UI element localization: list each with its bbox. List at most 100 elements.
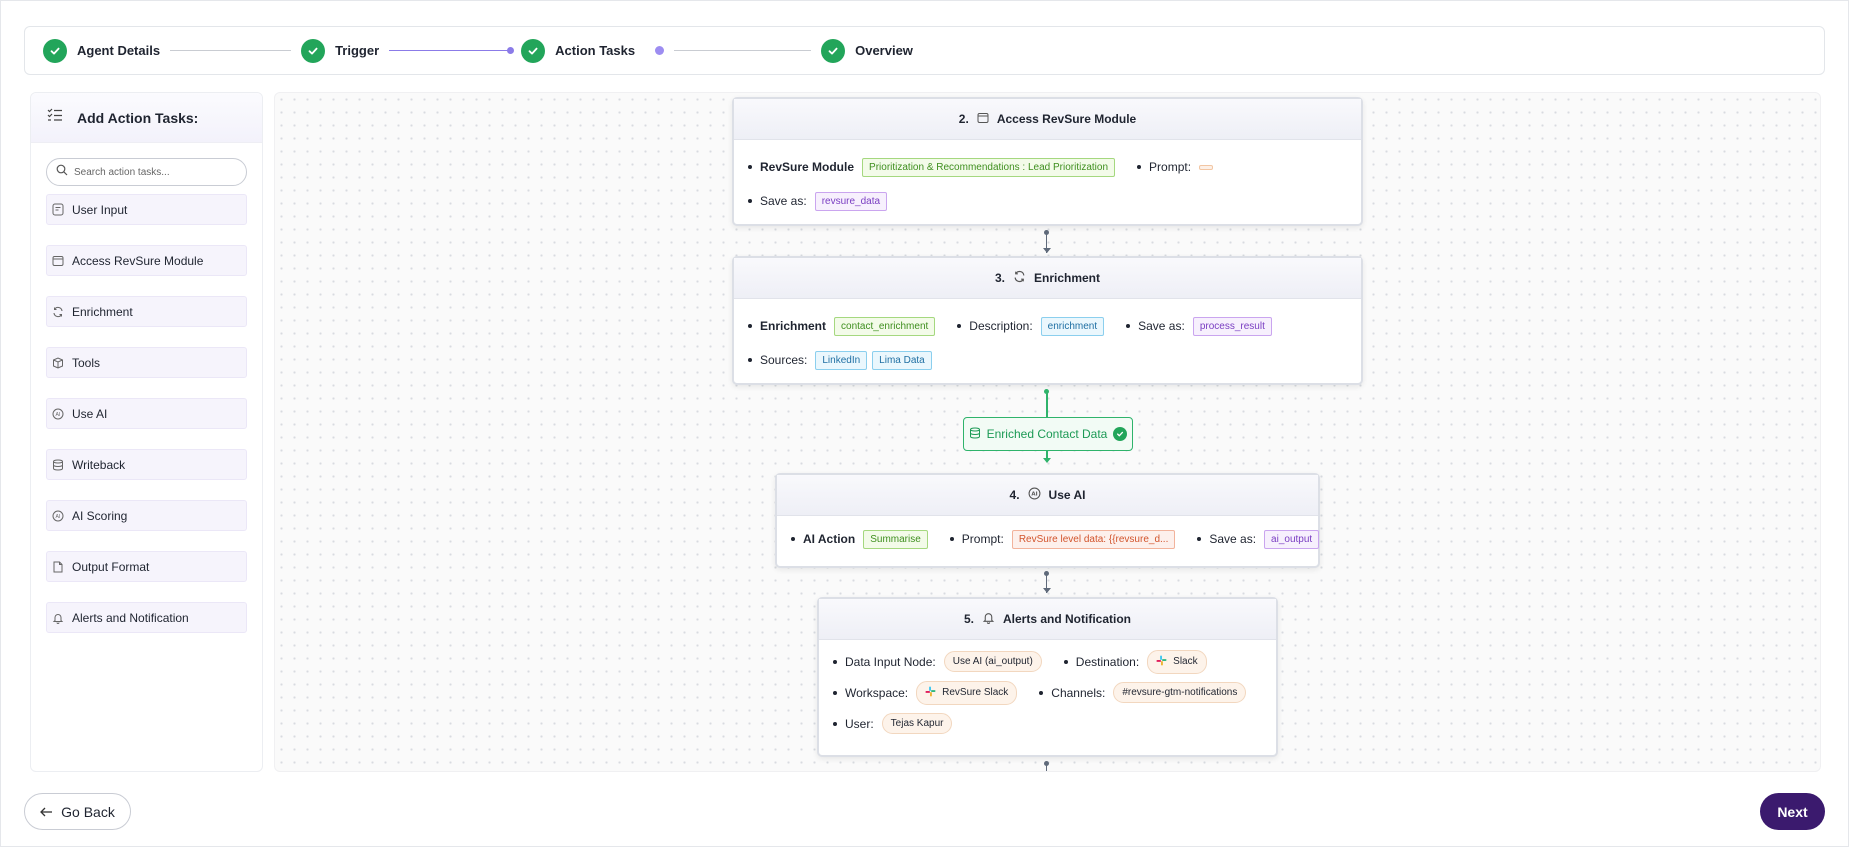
bullet: [1039, 690, 1044, 695]
node-header: 5. Alerts and Notification: [819, 599, 1276, 640]
go-back-button[interactable]: Go Back: [24, 793, 131, 830]
node-enrichment[interactable]: 3. Enrichment Enrichment contact_enrichme…: [732, 256, 1363, 385]
workspace-pill: RevSure Slack: [916, 680, 1018, 705]
edge-connector: [1046, 392, 1048, 417]
task-label: Alerts and Notification: [72, 610, 189, 625]
task-label: Writeback: [72, 457, 126, 472]
task-list: User Input Access RevSure Module Enrichm…: [31, 194, 262, 633]
task-tools[interactable]: Tools: [46, 347, 247, 378]
description-tag: enrichment: [1040, 316, 1105, 336]
go-back-label: Go Back: [61, 803, 115, 820]
database-icon: [51, 458, 65, 472]
data-node-label: Enriched Contact Data: [986, 427, 1108, 441]
task-user-input[interactable]: User Input: [46, 194, 247, 225]
field-label: Destination:: [1075, 654, 1140, 669]
field-label: Description:: [969, 319, 1033, 333]
field-label: Enrichment: [760, 319, 827, 333]
node-body: Enrichment contact_enrichment Description…: [734, 299, 1361, 377]
save-as-tag: revsure_data: [814, 191, 888, 211]
prompt-tag: [1199, 164, 1214, 170]
destination-pill: Slack: [1147, 649, 1207, 674]
svg-text:AI: AI: [56, 514, 61, 520]
task-use-ai[interactable]: AI Use AI: [46, 398, 247, 429]
task-access-revsure-module[interactable]: Access RevSure Module: [46, 245, 247, 276]
check-icon: [1113, 427, 1128, 441]
node-number: 2.: [958, 112, 969, 126]
field-label: Save as:: [760, 194, 807, 208]
node-header: 2. Access RevSure Module: [734, 99, 1361, 140]
task-ai-scoring[interactable]: AI AI Scoring: [46, 500, 247, 531]
step-action-tasks[interactable]: Action Tasks: [521, 38, 665, 63]
task-writeback[interactable]: Writeback: [46, 449, 247, 480]
svg-text:AI: AI: [56, 412, 61, 418]
arrow-down-icon: [1043, 458, 1051, 463]
svg-text:AI: AI: [1031, 492, 1037, 498]
field-label: Prompt:: [961, 532, 1004, 546]
field-label: Sources:: [760, 353, 808, 367]
field-label: Data Input Node:: [845, 654, 936, 669]
enriched-contact-data-node[interactable]: Enriched Contact Data: [963, 417, 1133, 451]
node-title: Use AI: [1048, 488, 1086, 502]
task-label: AI Scoring: [72, 508, 128, 523]
field-label: Workspace:: [845, 685, 909, 700]
ai-scoring-icon: AI: [51, 509, 65, 523]
step-label: Trigger: [335, 43, 380, 58]
module-icon: [977, 112, 989, 127]
search-input[interactable]: [74, 166, 234, 178]
arrow-down-icon: [1043, 588, 1051, 593]
field-label: Save as:: [1209, 532, 1257, 546]
step-connector: [170, 50, 292, 51]
action-tasks-sidebar: Add Action Tasks: User Input Access RevS…: [30, 92, 263, 772]
task-label: Tools: [72, 355, 101, 370]
check-icon: [521, 38, 546, 63]
step-agent-details[interactable]: Agent Details: [43, 38, 161, 63]
channels-pill: #revsure-gtm-notifications: [1113, 682, 1247, 703]
bullet: [1126, 324, 1131, 328]
node-body: Data Input Node: Use AI (ai_output) Desti…: [819, 640, 1276, 739]
workflow-canvas[interactable]: 2. Access RevSure Module RevSure Module P…: [274, 92, 1821, 772]
save-as-tag: ai_output: [1264, 529, 1320, 549]
task-label: Enrichment: [72, 304, 133, 319]
node-body: AI Action Summarise Prompt: RevSure level …: [777, 516, 1320, 556]
arrow-left-icon: [40, 804, 53, 820]
field-label: Prompt:: [1149, 160, 1192, 174]
step-connector: [674, 50, 812, 51]
bullet: [949, 537, 954, 541]
bullet: [833, 721, 837, 726]
step-overview[interactable]: Overview: [821, 38, 913, 63]
field-label: AI Action: [803, 532, 856, 546]
bullet: [1137, 165, 1142, 169]
step-label: Action Tasks: [555, 43, 636, 58]
task-output-format[interactable]: Output Format: [46, 551, 247, 582]
bullet: [748, 165, 752, 169]
check-icon: [43, 38, 67, 63]
step-label: Agent Details: [77, 43, 161, 58]
bullet: [957, 324, 962, 328]
step-connector-active: [389, 47, 515, 54]
enrichment-tag: contact_enrichment: [834, 316, 936, 336]
step-trigger[interactable]: Trigger: [301, 38, 380, 63]
task-alerts-and-notification[interactable]: Alerts and Notification: [46, 602, 247, 633]
node-number: 4.: [1009, 488, 1020, 502]
node-title: Access RevSure Module: [996, 112, 1137, 126]
sidebar-header: Add Action Tasks:: [31, 93, 262, 143]
tools-icon: [51, 356, 65, 370]
next-button[interactable]: Next: [1760, 793, 1825, 830]
search-box: [46, 158, 247, 186]
ai-icon: AI: [51, 407, 65, 421]
task-enrichment[interactable]: Enrichment: [46, 296, 247, 327]
node-alerts-and-notification[interactable]: 5. Alerts and Notification Data Input No…: [817, 597, 1278, 757]
node-use-ai[interactable]: 4. AI Use AI AI Action Summarise Prompt: R…: [775, 473, 1320, 568]
node-title: Enrichment: [1034, 271, 1101, 285]
arrow-down-icon: [1043, 248, 1051, 253]
refresh-icon: [51, 305, 65, 319]
module-icon: [51, 254, 65, 268]
ai-icon: AI: [1028, 487, 1041, 503]
bullet: [833, 690, 837, 695]
user-input-icon: [51, 203, 65, 217]
search-icon: [56, 163, 68, 181]
bullet: [748, 358, 752, 362]
app-frame: Agent Details Trigger Action Tasks Overv…: [0, 0, 1849, 847]
edge-connector: [1046, 764, 1047, 771]
node-access-revsure-module[interactable]: 2. Access RevSure Module RevSure Module P…: [732, 97, 1363, 226]
